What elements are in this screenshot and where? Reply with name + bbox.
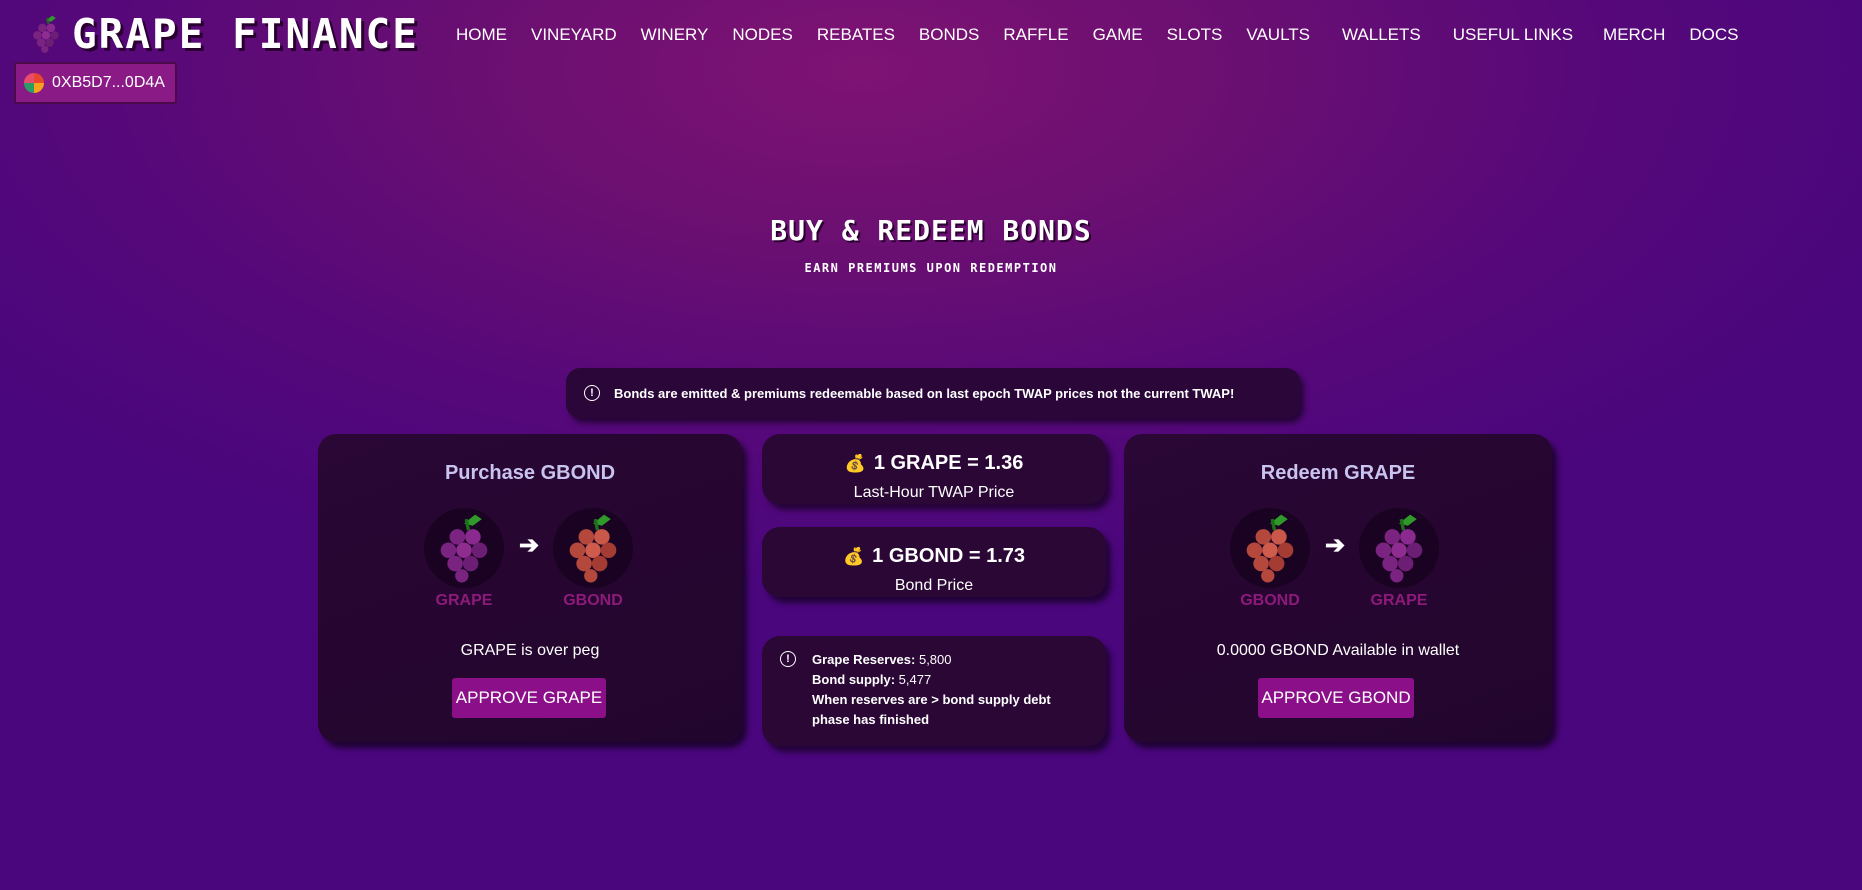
purchase-gbond-card: Purchase GBOND ➔ GRAPE GBOND GRAPE is ov…	[318, 434, 742, 742]
gbond-token-icon	[553, 508, 633, 588]
grape-token-icon	[424, 508, 504, 588]
nav-rebates[interactable]: REBATES	[817, 25, 895, 45]
nav-vaults[interactable]: VAULTS	[1246, 25, 1310, 45]
redeem-grape-card: Redeem GRAPE ➔ GBOND GRAPE 0.0000 GBOND …	[1124, 434, 1552, 742]
reserves-note-line1: When reserves are > bond supply debt	[812, 692, 1051, 707]
twap-price-label: Last-Hour TWAP Price	[853, 484, 1015, 501]
info-icon: !	[584, 385, 600, 401]
to-token-label: GBOND	[563, 592, 623, 609]
nav-docs[interactable]: DOCS	[1689, 25, 1738, 45]
reserves-label: Grape Reserves:	[812, 652, 916, 667]
bond-price-label: Bond Price	[894, 577, 974, 594]
nav-winery[interactable]: WINERY	[641, 25, 709, 45]
to-token-label: GRAPE	[1370, 592, 1428, 609]
bond-price-value: 💰 1 GBOND = 1.73	[842, 545, 1025, 567]
wallet-address: 0XB5D7...0D4A	[52, 74, 165, 91]
supply-label: Bond supply:	[812, 672, 896, 687]
alert-text: Bonds are emitted & premiums redeemable …	[614, 385, 1235, 401]
main-nav: HOME VINEYARD WINERY NODES REBATES BONDS…	[456, 25, 1739, 45]
bond-price-card: 💰 1 GBOND = 1.73 Bond Price	[762, 527, 1106, 597]
twap-price-value: 💰 1 GRAPE = 1.36	[844, 452, 1024, 474]
approve-grape-button[interactable]: APPROVE GRAPE	[452, 678, 606, 718]
page-title: BUY & REDEEM BONDS	[770, 214, 1092, 247]
nav-home[interactable]: HOME	[456, 25, 507, 45]
nav-bonds[interactable]: BONDS	[919, 25, 979, 45]
reserves-value: 5,800	[918, 652, 952, 667]
gbond-token-icon	[1230, 508, 1310, 588]
nav-raffle[interactable]: RAFFLE	[1003, 25, 1068, 45]
peg-status: GRAPE is over peg	[460, 642, 600, 659]
nav-vineyard[interactable]: VINEYARD	[531, 25, 617, 45]
approve-gbond-button[interactable]: APPROVE GBOND	[1258, 678, 1414, 718]
money-bag-icon: 💰	[842, 547, 865, 566]
wallet-avatar-icon	[24, 73, 44, 93]
wallet-balance-status: 0.0000 GBOND Available in wallet	[1216, 642, 1460, 659]
twap-alert: ! Bonds are emitted & premiums redeemabl…	[566, 368, 1300, 418]
nav-game[interactable]: GAME	[1093, 25, 1143, 45]
supply-value: 5,477	[898, 672, 932, 687]
nav-wallets[interactable]: WALLETS	[1342, 25, 1421, 45]
from-token-label: GBOND	[1240, 592, 1300, 609]
wallet-button[interactable]: 0XB5D7...0D4A	[14, 62, 177, 104]
nav-merch[interactable]: MERCH	[1603, 25, 1665, 45]
purchase-card-title: Purchase GBOND	[444, 462, 616, 484]
page-subtitle: EARN PREMIUMS UPON REDEMPTION	[804, 261, 1058, 275]
nav-slots[interactable]: SLOTS	[1167, 25, 1223, 45]
arrow-right-icon: ➔	[1325, 532, 1346, 559]
arrow-right-icon: ➔	[519, 532, 540, 559]
reserves-note-line2: phase has finished	[812, 712, 930, 727]
info-icon: !	[780, 651, 796, 667]
money-bag-icon: 💰	[844, 454, 866, 473]
redeem-card-title: Redeem GRAPE	[1260, 462, 1416, 484]
grape-token-icon	[1359, 508, 1439, 588]
brand-title: GRAPE FINANCE	[72, 10, 419, 58]
nav-nodes[interactable]: NODES	[732, 25, 792, 45]
twap-price-card: 💰 1 GRAPE = 1.36 Last-Hour TWAP Price	[762, 434, 1106, 504]
brand-logo[interactable]: GRAPE FINANCE	[24, 4, 419, 64]
from-token-label: GRAPE	[435, 592, 493, 609]
grape-logo-icon	[32, 14, 60, 54]
reserves-card: ! Grape Reserves: 5,800 Bond supply: 5,4…	[762, 636, 1106, 746]
nav-useful-links[interactable]: USEFUL LINKS	[1453, 25, 1573, 45]
